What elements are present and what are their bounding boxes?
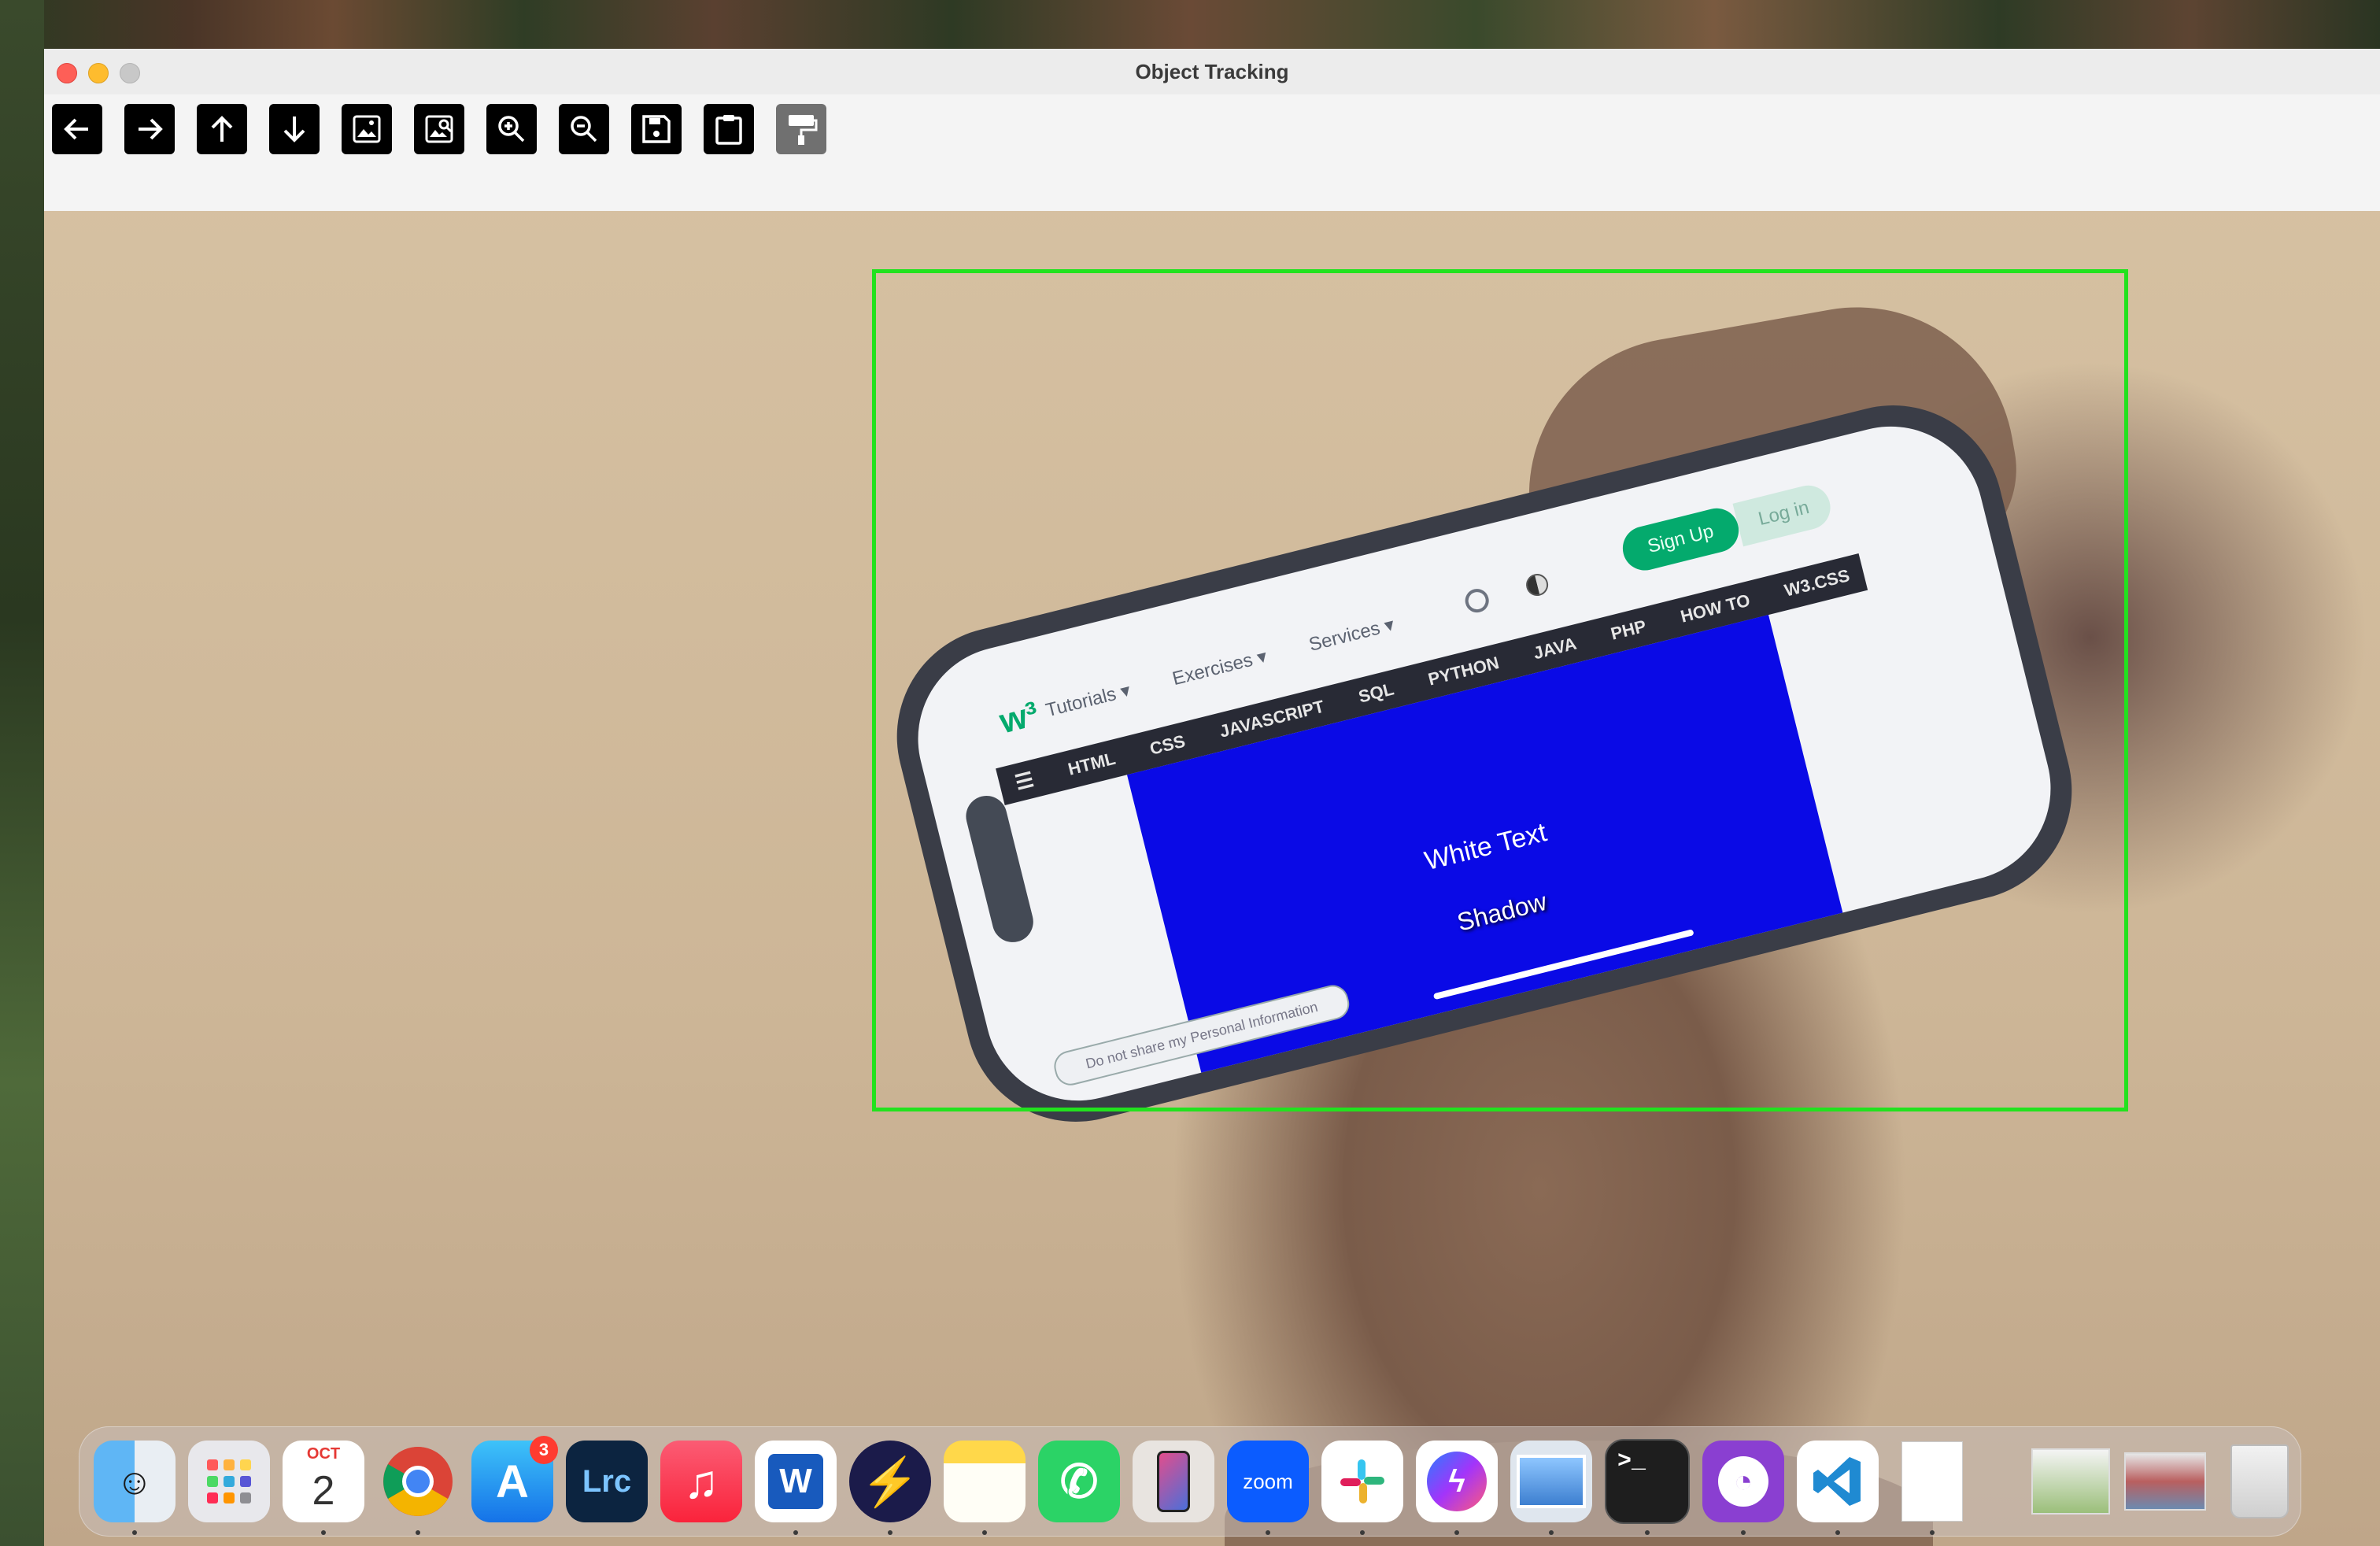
whatsapp-icon: ✆ [1059,1456,1099,1507]
running-indicator [982,1530,987,1535]
arrow-up-icon [211,116,233,142]
dock-terminal[interactable]: >_ [1605,1439,1690,1535]
dock-whatsapp[interactable]: ✆ [1038,1441,1120,1522]
clipboard-button[interactable] [704,104,754,154]
paint-roller-icon [789,115,818,145]
running-indicator [1549,1530,1554,1535]
zoom-icon: zoom [1243,1469,1293,1493]
dock-vscode[interactable] [1797,1441,1879,1535]
preview-icon [1517,1455,1586,1508]
notification-badge: 3 [530,1436,558,1464]
stack-icon [2124,1452,2206,1511]
dock-zoom[interactable]: zoom [1227,1441,1309,1535]
dock: ☺ OCT 2 A 3 Lrc ♫ W ⚡ ✆ zoom ϟ >_ ◔ [79,1426,2301,1537]
toolbar [52,104,826,154]
calendar-day: 2 [312,1468,335,1514]
up-button[interactable] [197,104,247,154]
running-indicator [321,1530,326,1535]
arrow-right-icon [139,118,163,140]
chrome-icon [383,1447,453,1516]
dock-document[interactable] [1891,1441,1973,1535]
running-indicator [132,1530,137,1535]
title-bar[interactable]: Object Tracking [44,49,2380,95]
paint-button[interactable] [776,104,826,154]
video-frame: w³ Tutorials ▾ Exercises ▾ Services ▾ Si… [44,165,2380,1546]
finder-icon: ☺ [116,1461,153,1502]
dock-preview[interactable] [1510,1441,1592,1535]
dock-screenshots-stack[interactable] [2124,1441,2206,1522]
github-icon: ◔ [1718,1456,1768,1507]
slack-icon [1340,1459,1384,1503]
word-icon: W [768,1454,823,1509]
document-icon [1901,1441,1963,1522]
dock-slack[interactable] [1321,1441,1403,1535]
forward-button[interactable] [124,104,175,154]
dock-reeder[interactable]: ⚡ [849,1441,931,1535]
dock-app-store[interactable]: A 3 [471,1436,558,1522]
zoom-in-icon [498,116,525,142]
running-indicator [793,1530,798,1535]
vscode-icon [1813,1457,1861,1506]
running-indicator [1741,1530,1746,1535]
save-button[interactable] [631,104,682,154]
object-tracking-window: Object Tracking w³ Tutorials ▾ Exercises… [44,49,2380,1546]
dock-trash[interactable] [2219,1441,2301,1522]
stack-icon [2031,1448,2110,1515]
dock-downloads-stack[interactable] [2030,1441,2112,1522]
lightroom-icon: Lrc [582,1463,632,1499]
running-indicator [1835,1530,1840,1535]
messenger-icon: ϟ [1427,1452,1487,1511]
running-indicator [1266,1530,1270,1535]
image-search-button[interactable] [414,104,464,154]
zoom-in-button[interactable] [486,104,537,154]
dock-launchpad[interactable] [188,1441,270,1522]
image-search-icon [425,115,453,143]
dock-notes[interactable] [944,1441,1026,1535]
zoom-out-icon [571,116,597,142]
lightning-icon: ⚡ [860,1455,920,1508]
iphone-icon [1157,1451,1190,1512]
launchpad-icon [207,1459,251,1503]
dock-word[interactable]: W [755,1441,837,1535]
dock-github-desktop[interactable]: ◔ [1702,1441,1784,1535]
image-icon [353,115,381,143]
dock-iphone-mirroring[interactable] [1133,1441,1214,1522]
clipboard-icon [715,115,742,145]
arrow-down-icon [283,117,305,142]
trash-icon [2230,1444,2289,1518]
dock-messenger[interactable]: ϟ [1416,1441,1498,1535]
arrow-left-icon [64,118,88,140]
dock-music[interactable]: ♫ [660,1441,742,1522]
down-button[interactable] [269,104,320,154]
dock-chrome[interactable] [377,1441,459,1535]
zoom-out-button[interactable] [559,104,609,154]
back-button[interactable] [52,104,102,154]
dock-finder[interactable]: ☺ [94,1441,176,1535]
save-icon [642,115,671,143]
calendar-month: OCT [306,1445,341,1463]
running-indicator [1454,1530,1459,1535]
dock-lightroom[interactable]: Lrc [566,1441,648,1522]
tracking-bounding-box [872,269,2128,1111]
app-store-icon: A [496,1455,529,1507]
running-indicator [1360,1530,1365,1535]
window-title: Object Tracking [1135,60,1289,83]
running-indicator [888,1530,893,1535]
desktop-wallpaper [0,0,44,1546]
music-note-icon: ♫ [683,1455,719,1508]
running-indicator [1930,1530,1935,1535]
running-indicator [1645,1530,1650,1535]
running-indicator [416,1530,420,1535]
image-button[interactable] [342,104,392,154]
terminal-icon: >_ [1617,1448,1646,1475]
dock-calendar[interactable]: OCT 2 [283,1441,364,1535]
